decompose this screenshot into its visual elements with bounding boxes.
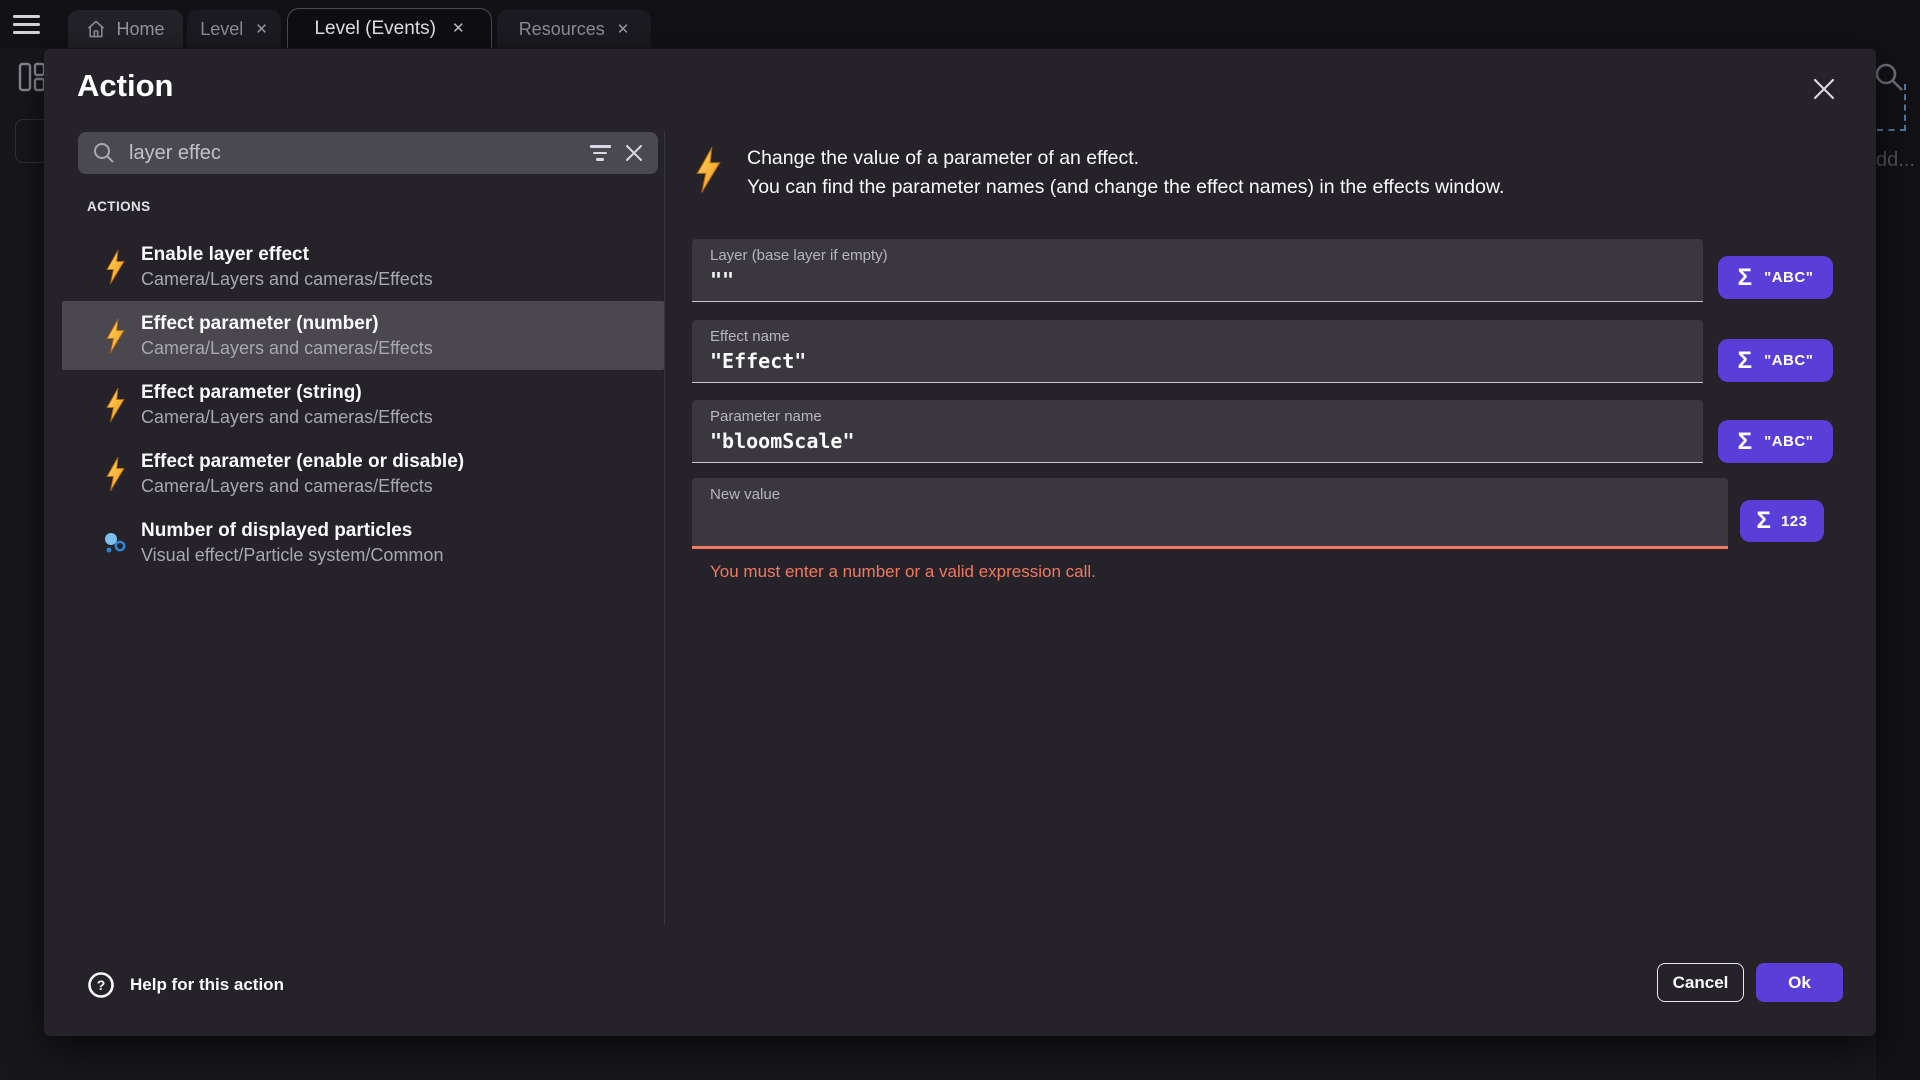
expression-builder-button[interactable]: Σ 123 xyxy=(1740,500,1824,542)
action-title: Enable layer effect xyxy=(141,242,433,267)
layer-field[interactable]: Layer (base layer if empty) "" xyxy=(692,239,1703,302)
help-link[interactable]: ? Help for this action xyxy=(87,971,284,999)
list-item[interactable]: Effect parameter (string) Camera/Layers … xyxy=(62,370,664,439)
field-label: Effect name xyxy=(710,328,790,345)
list-item[interactable]: Enable layer effect Camera/Layers and ca… xyxy=(62,232,664,301)
ok-button[interactable]: Ok xyxy=(1756,963,1843,1002)
tab-resources[interactable]: Resources ✕ xyxy=(497,10,651,48)
expression-builder-button[interactable]: Σ "ABC" xyxy=(1718,339,1833,382)
action-path: Camera/Layers and cameras/Effects xyxy=(141,336,433,360)
panels-layout-icon[interactable] xyxy=(18,62,46,92)
expression-builder-button[interactable]: Σ "ABC" xyxy=(1718,420,1833,463)
actions-section-header: ACTIONS xyxy=(87,199,151,214)
close-icon xyxy=(1811,76,1837,102)
lightning-icon xyxy=(103,454,127,494)
tab-close-icon[interactable]: ✕ xyxy=(617,22,630,37)
list-item[interactable]: Effect parameter (enable or disable) Cam… xyxy=(62,439,664,508)
home-icon xyxy=(86,19,106,39)
field-label: Parameter name xyxy=(710,408,822,425)
action-title: Number of displayed particles xyxy=(141,518,443,543)
description-line: You can find the parameter names (and ch… xyxy=(747,173,1777,202)
sigma-icon: Σ xyxy=(1738,349,1752,373)
panel-divider xyxy=(664,132,665,925)
field-value: "Effect" xyxy=(710,349,806,373)
tab-level[interactable]: Level ✕ xyxy=(187,10,281,48)
clear-search-icon[interactable] xyxy=(624,143,644,163)
tab-close-icon[interactable]: ✕ xyxy=(452,21,465,36)
sigma-icon: Σ xyxy=(1738,430,1752,454)
effect-name-field[interactable]: Effect name "Effect" xyxy=(692,320,1703,383)
action-description: Change the value of a parameter of an ef… xyxy=(747,144,1777,202)
description-line: Change the value of a parameter of an ef… xyxy=(747,144,1777,173)
field-value: "" xyxy=(710,268,734,292)
field-label: New value xyxy=(710,486,780,503)
expression-type-label: "ABC" xyxy=(1764,269,1813,286)
tab-label: Level (Events) xyxy=(314,18,435,40)
tab-home[interactable]: Home xyxy=(68,10,183,48)
app-topbar: Home Level ✕ Level (Events) ✕ Resources … xyxy=(0,0,1920,48)
sigma-icon: Σ xyxy=(1757,509,1771,533)
action-dialog: Action ACTIONS Enable layer effect Camer… xyxy=(44,49,1876,1036)
filter-icon[interactable] xyxy=(589,145,611,161)
truncated-background-text: dd... xyxy=(1876,149,1915,172)
tab-level-events[interactable]: Level (Events) ✕ xyxy=(287,8,492,48)
selection-dashed-outline xyxy=(1877,84,1906,131)
tab-close-icon[interactable]: ✕ xyxy=(255,22,268,37)
expression-type-label: "ABC" xyxy=(1764,433,1813,450)
search-input[interactable] xyxy=(129,142,576,165)
field-value: "bloomScale" xyxy=(710,429,855,453)
expression-builder-button[interactable]: Σ "ABC" xyxy=(1718,256,1833,299)
list-item[interactable]: Number of displayed particles Visual eff… xyxy=(62,508,664,577)
validation-error-text: You must enter a number or a valid expre… xyxy=(710,562,1096,582)
action-list: Enable layer effect Camera/Layers and ca… xyxy=(62,232,664,577)
menu-icon[interactable] xyxy=(13,15,41,37)
help-label: Help for this action xyxy=(130,975,284,995)
lightning-icon xyxy=(103,247,127,287)
particles-icon xyxy=(103,523,127,563)
close-dialog-button[interactable] xyxy=(1806,71,1842,107)
lightning-icon xyxy=(103,385,127,425)
list-item-selected[interactable]: Effect parameter (number) Camera/Layers … xyxy=(62,301,664,370)
expression-type-label: 123 xyxy=(1781,513,1808,530)
sigma-icon: Σ xyxy=(1738,266,1752,290)
app-stage: Home Level ✕ Level (Events) ✕ Resources … xyxy=(0,0,1920,1080)
action-title: Effect parameter (number) xyxy=(141,311,433,336)
tab-label: Level xyxy=(200,19,243,40)
search-icon xyxy=(92,141,116,165)
tab-label: Resources xyxy=(519,19,605,40)
dialog-title: Action xyxy=(77,68,173,104)
cancel-button[interactable]: Cancel xyxy=(1657,963,1744,1002)
action-search-bar xyxy=(78,132,658,174)
action-title: Effect parameter (string) xyxy=(141,380,433,405)
action-path: Camera/Layers and cameras/Effects xyxy=(141,474,464,498)
action-path: Visual effect/Particle system/Common xyxy=(141,543,443,567)
lightning-icon xyxy=(695,147,722,193)
field-label: Layer (base layer if empty) xyxy=(710,247,888,264)
tab-label: Home xyxy=(116,19,164,40)
help-icon: ? xyxy=(87,971,115,999)
svg-text:?: ? xyxy=(97,977,106,993)
lightning-icon xyxy=(103,316,127,356)
action-title: Effect parameter (enable or disable) xyxy=(141,449,464,474)
expression-type-label: "ABC" xyxy=(1764,352,1813,369)
action-path: Camera/Layers and cameras/Effects xyxy=(141,267,433,291)
action-path: Camera/Layers and cameras/Effects xyxy=(141,405,433,429)
new-value-field[interactable]: New value xyxy=(692,478,1728,549)
parameter-name-field[interactable]: Parameter name "bloomScale" xyxy=(692,400,1703,463)
